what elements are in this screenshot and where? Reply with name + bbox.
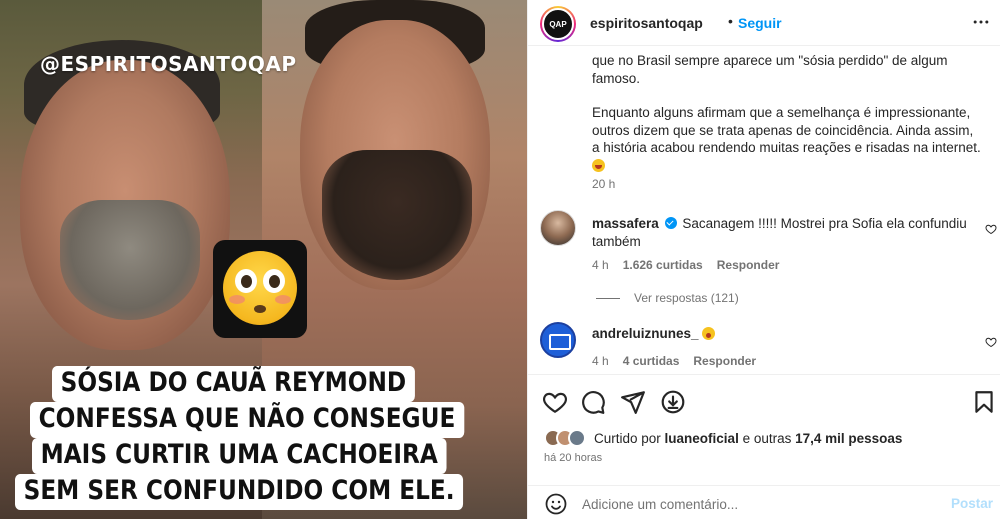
posted-ago: há 20 horas — [544, 452, 603, 464]
comment-body: andreluiznunes_ — [592, 325, 972, 343]
comment-likes[interactable]: 1.626 curtidas — [623, 258, 703, 272]
likes-summary[interactable]: Curtido por luaneoficial e outras 17,4 m… — [544, 429, 902, 447]
view-replies-label: Ver respostas (121) — [634, 291, 739, 305]
follow-button[interactable]: Seguir — [738, 15, 782, 31]
comment-avatar[interactable] — [540, 322, 576, 358]
post-caption: que no Brasil sempre aparece um "sósia p… — [592, 52, 982, 174]
caption-paragraph: Enquanto alguns afirmam que a semelhança… — [592, 105, 981, 155]
shocked-emoji-icon — [702, 327, 716, 340]
liker-avatar — [568, 429, 586, 447]
comment-like-heart-icon[interactable] — [985, 223, 997, 235]
media-caption-line: SÓSIA DO CAUÃ REYMOND — [52, 366, 415, 402]
post-comment-button[interactable]: Postar — [951, 496, 993, 511]
view-replies-button[interactable]: Ver respostas (121) — [596, 291, 739, 305]
comment-like-heart-icon[interactable] — [985, 336, 997, 348]
likes-text: Curtido por luaneoficial e outras 17,4 m… — [594, 431, 902, 446]
author-username[interactable]: espiritosantoqap — [590, 15, 703, 31]
media-caption-line: CONFESSA QUE NÃO CONSEGUE — [30, 402, 464, 438]
comment-username[interactable]: andreluiznunes_ — [592, 326, 699, 341]
reply-button[interactable]: Responder — [693, 354, 756, 368]
author-avatar-text: QAP — [542, 8, 574, 40]
comment-body: massafera Sacanagem !!!!! Mostrei pra So… — [592, 215, 972, 250]
comment-likes[interactable]: 4 curtidas — [623, 354, 680, 368]
beard-left — [60, 200, 200, 320]
comment-meta: 4 h 1.626 curtidas Responder — [592, 258, 779, 272]
media-caption-line: SEM SER CONFUNDIDO COM ELE. — [15, 474, 464, 510]
heart-icon[interactable] — [542, 389, 568, 415]
likes-count[interactable]: 17,4 mil pessoas — [795, 431, 902, 446]
post-actions: Curtido por luaneoficial e outras 17,4 m… — [528, 374, 1000, 519]
media-watermark: @ESPIRITOSANTOQAP — [40, 52, 297, 76]
save-circle-icon[interactable] — [660, 389, 686, 415]
post-media[interactable]: @ESPIRITOSANTOQAP SÓSIA DO CAUÃ REYMOND … — [0, 0, 527, 519]
author-avatar[interactable]: QAP — [540, 6, 576, 42]
comment-meta: 4 h 4 curtidas Responder — [592, 354, 756, 368]
liked-by-suffix: e outras — [738, 430, 796, 446]
caption-paragraph: que no Brasil sempre aparece um "sósia p… — [592, 53, 948, 86]
beard-right — [322, 150, 472, 280]
replies-divider — [596, 297, 620, 299]
post-header: QAP espiritosantoqap • Seguir — [528, 0, 1000, 46]
comment-username[interactable]: massafera — [592, 216, 659, 231]
emoji-picker-icon[interactable] — [544, 492, 568, 516]
comments-list[interactable]: que no Brasil sempre aparece um "sósia p… — [528, 46, 1000, 374]
flushed-face-emoji-icon — [213, 240, 307, 338]
comment-input[interactable] — [582, 494, 932, 514]
liked-by-user[interactable]: luaneoficial — [665, 431, 739, 446]
add-comment-bar: Postar — [528, 485, 1000, 519]
share-icon[interactable] — [620, 389, 646, 415]
comment-avatar[interactable] — [540, 210, 576, 246]
comment-time[interactable]: 4 h — [592, 258, 609, 272]
comment-time[interactable]: 4 h — [592, 354, 609, 368]
post-details-panel: QAP espiritosantoqap • Seguir que no Bra… — [527, 0, 1000, 519]
reply-button[interactable]: Responder — [717, 258, 780, 272]
verified-badge-icon — [664, 217, 677, 229]
header-separator: • — [728, 13, 733, 29]
caption-time: 20 h — [592, 177, 616, 191]
media-caption-line: MAIS CURTIR UMA CACHOEIRA — [32, 438, 447, 474]
comment-icon[interactable] — [580, 389, 606, 415]
laughing-emoji-icon — [592, 158, 605, 172]
liked-by-prefix: Curtido por — [594, 430, 665, 446]
bookmark-icon[interactable] — [971, 389, 997, 415]
more-horizontal-icon[interactable] — [971, 12, 991, 32]
